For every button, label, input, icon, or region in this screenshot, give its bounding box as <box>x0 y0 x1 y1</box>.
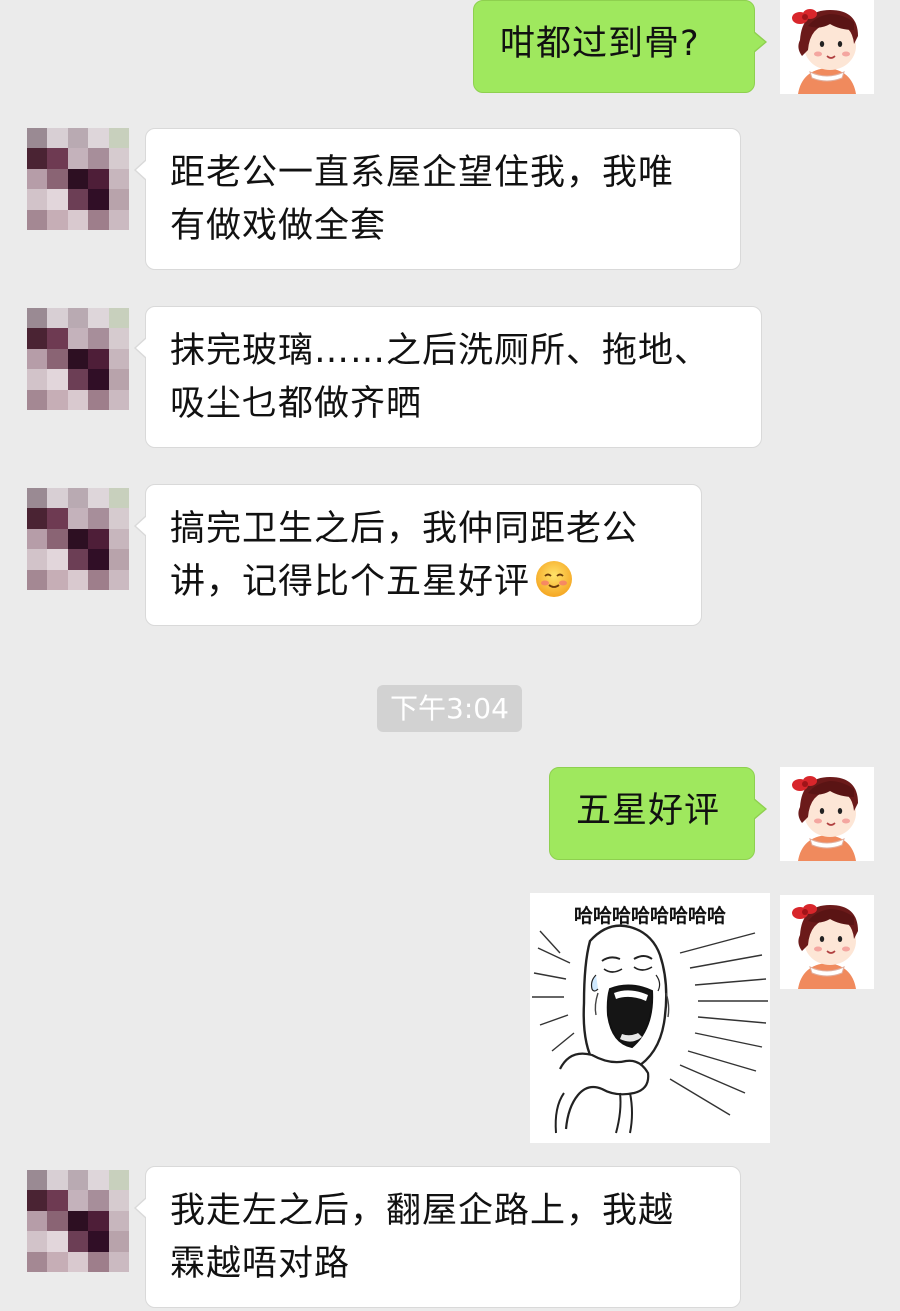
self-avatar-icon[interactable] <box>780 895 874 989</box>
message-text-line: 吸尘乜都做齐晒 <box>170 384 423 424</box>
self-avatar-icon[interactable] <box>780 0 874 94</box>
contact-avatar-icon[interactable] <box>27 308 129 410</box>
message-text-segment: 讲，记得比个五星好评 <box>170 562 531 602</box>
message-bubble-self[interactable]: 咁都过到骨? <box>473 0 767 93</box>
message-text-line: 距老公一直系屋企望住我，我唯 <box>170 153 675 193</box>
message-text-line: 霖越唔对路 <box>170 1244 351 1284</box>
message-bubble-contact[interactable]: 我走左之后，翻屋企路上，我越 霖越唔对路 <box>134 1166 741 1308</box>
contact-avatar-icon[interactable] <box>27 128 129 230</box>
message-bubble-contact[interactable]: 抹完玻璃……之后洗厕所、拖地、 吸尘乜都做齐晒 <box>134 306 762 448</box>
message-text-line: 讲，记得比个五星好评 <box>170 556 679 609</box>
laughing-meme-sticker[interactable]: 哈哈哈哈哈哈哈哈 <box>530 893 770 1143</box>
contact-avatar-icon[interactable] <box>27 488 129 590</box>
contact-avatar-icon[interactable] <box>27 1170 129 1272</box>
message-bubble-self[interactable]: 五星好评 <box>549 767 767 860</box>
message-text-line: 我走左之后，翻屋企路上，我越 <box>170 1191 675 1231</box>
sticker-caption: 哈哈哈哈哈哈哈哈 <box>573 905 726 927</box>
message-text: 五星好评 <box>576 791 721 831</box>
message-text-line: 搞完卫生之后，我仲同距老公 <box>170 509 639 549</box>
message-bubble-contact[interactable]: 搞完卫生之后，我仲同距老公 讲，记得比个五星好评 <box>134 484 702 626</box>
message-bubble-contact[interactable]: 距老公一直系屋企望住我，我唯 有做戏做全套 <box>134 128 741 270</box>
self-avatar-icon[interactable] <box>780 767 874 861</box>
message-text-line: 抹完玻璃……之后洗厕所、拖地、 <box>170 331 711 371</box>
message-text-line: 有做戏做全套 <box>170 206 387 246</box>
timestamp: 下午3:04 <box>377 685 522 732</box>
blush-smile-icon <box>536 561 573 597</box>
message-text: 咁都过到骨? <box>500 24 700 64</box>
